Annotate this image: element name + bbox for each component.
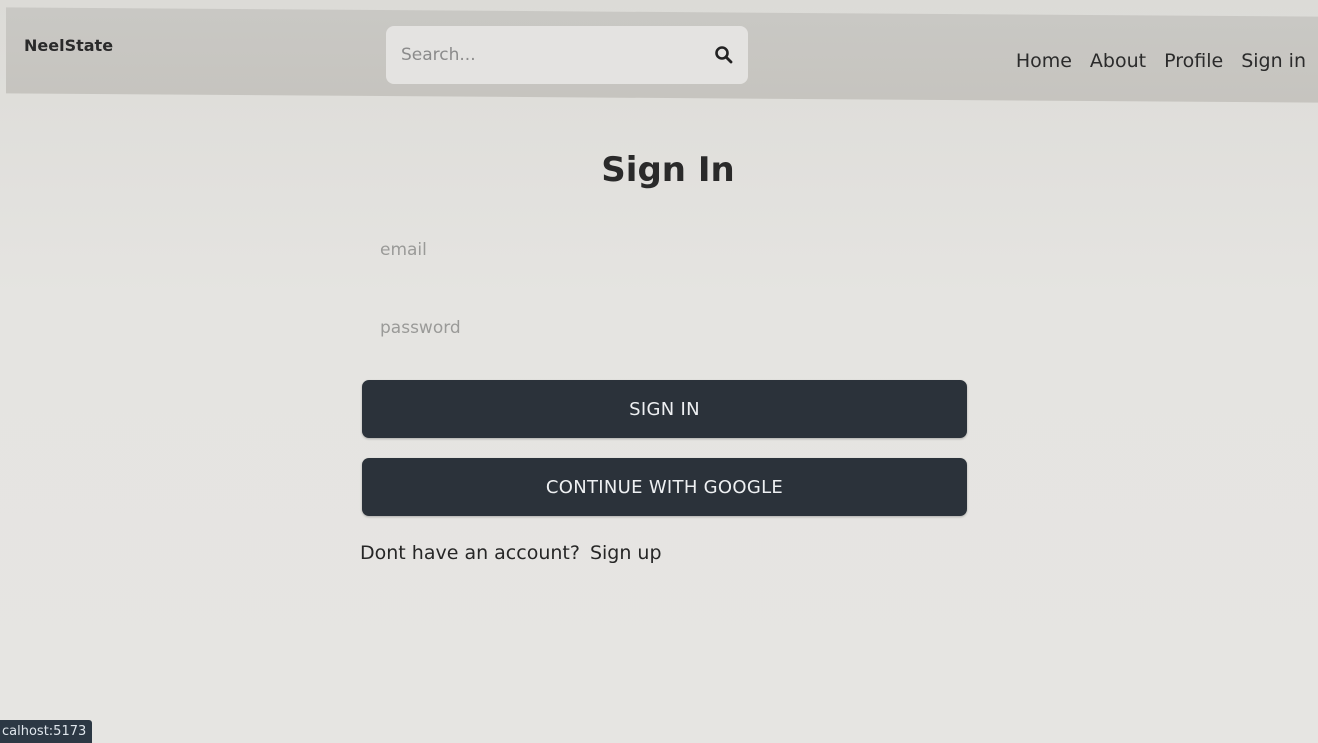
nav-sign-in[interactable]: Sign in (1241, 50, 1306, 72)
search-icon[interactable] (700, 26, 748, 84)
sign-in-button[interactable]: SIGN IN (362, 380, 967, 438)
nav-profile[interactable]: Profile (1164, 50, 1223, 72)
signup-prompt: Dont have an account? (360, 542, 580, 564)
email-field[interactable] (364, 220, 966, 280)
page: NeelState Home About Profile Sign in Sig… (0, 0, 1318, 743)
page-title: Sign In (601, 150, 735, 190)
nav-about[interactable]: About (1090, 50, 1146, 72)
password-field[interactable] (364, 298, 966, 358)
top-nav: Home About Profile Sign in (1016, 50, 1306, 72)
signup-row: Dont have an account? Sign up (360, 542, 662, 564)
search-input[interactable] (386, 26, 700, 84)
status-url: calhost:5173 (0, 720, 93, 743)
search-bar (386, 26, 748, 84)
continue-with-google-button[interactable]: CONTINUE WITH GOOGLE (362, 458, 967, 516)
nav-home[interactable]: Home (1016, 50, 1072, 72)
brand-logo[interactable]: NeelState (24, 36, 113, 55)
sign-up-link[interactable]: Sign up (590, 542, 662, 564)
